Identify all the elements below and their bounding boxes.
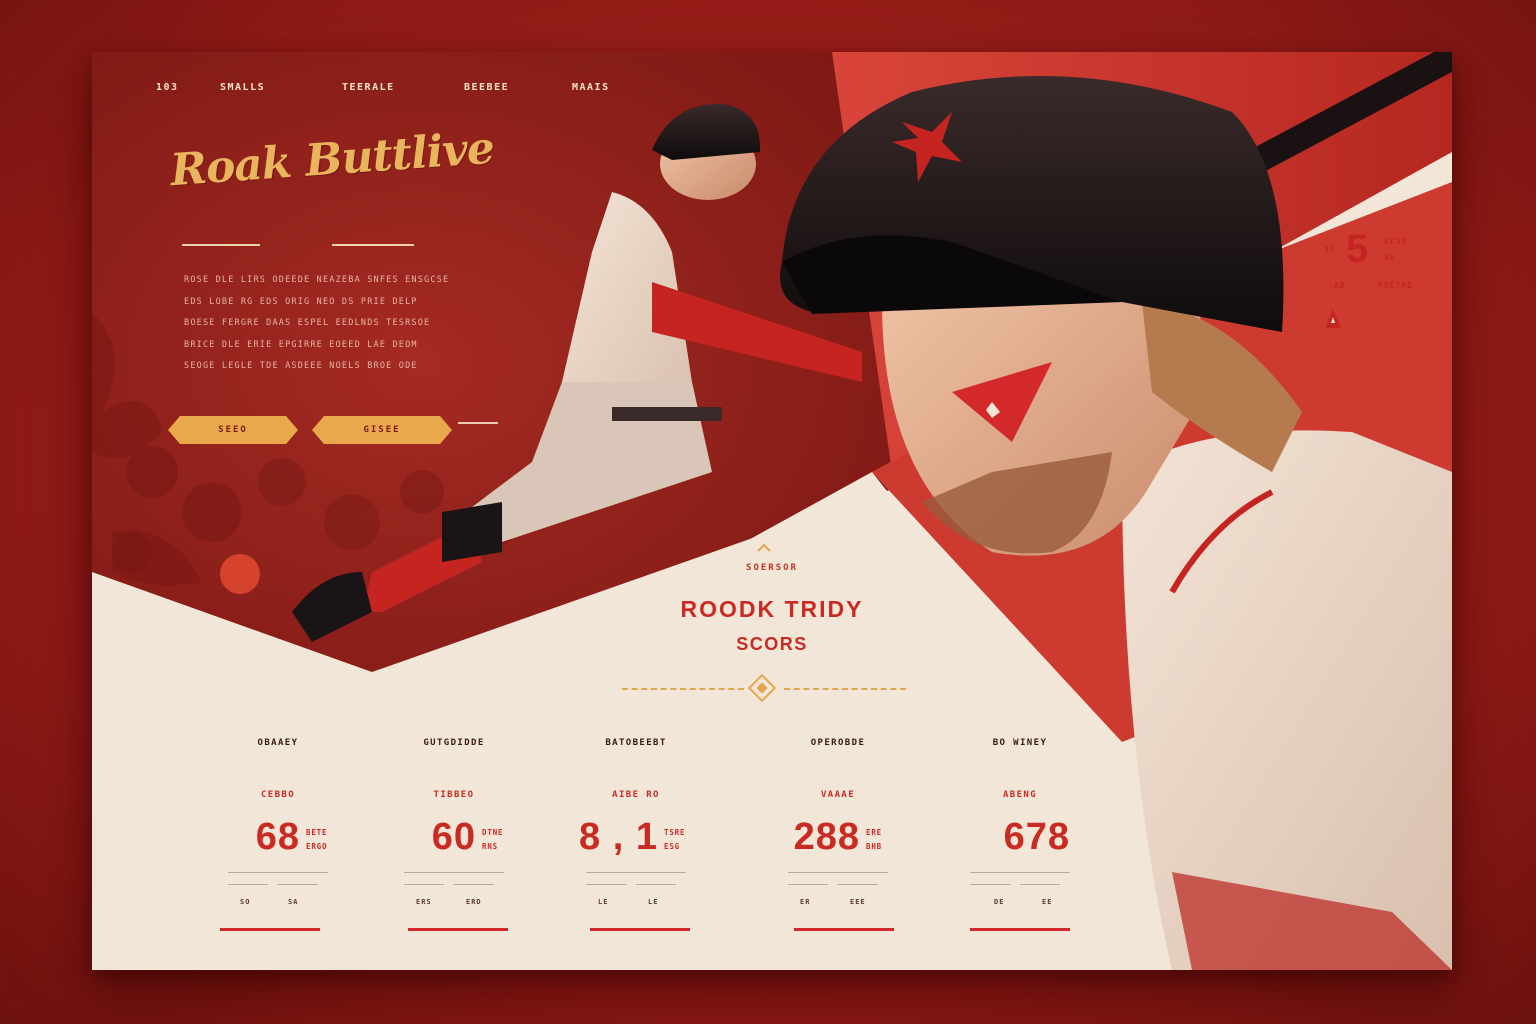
stat-unit: DTNE RNS [482,828,504,851]
chevron-up-icon [757,543,771,552]
stat-unit: TSRE ESG [664,828,686,851]
intro-line: EDS LOBE RG EDS ORIG NEO DS PRIE DELP [184,296,418,307]
stat-foot: ERD [466,898,482,906]
section-eyebrow: SOERSOR [746,563,798,573]
hero-intro-text: ROSE DLE LIRS ODEEDE NEAZEBA SNFES ENSGC… [184,270,532,378]
stat-sublabel: CEBBO [260,790,296,800]
title-underline-right [332,244,414,246]
stat-label: GUTGDIDDE [423,738,485,748]
nav-item-4[interactable]: BEEBEE [464,82,509,93]
stat-rule [788,872,888,873]
stat-value: 678 [1003,816,1070,858]
stat-value: 288 [793,816,860,858]
badge-left-tag: 35 [1324,245,1336,254]
intro-line: ROSE DLE LIRS ODEEDE NEAZEBA SNFES ENSGC… [184,275,450,285]
jersey-number: 5 [1346,227,1369,271]
stat-accent-bar [220,928,320,931]
stat-foot: SA [288,898,299,906]
primary-cta-button[interactable]: SEEO [168,416,298,444]
stat-label: BATOBEEBT [605,738,667,748]
divider-right [784,688,906,690]
stat-unit: BETE ERGO [306,828,328,851]
landing-page-card: 103 SMALLS TEERALE BEEBEE MAAIS Roak But… [92,52,1452,970]
intro-line: SEOGE LEGLE TDE ASDEEE NOELS BROE ODE [184,361,418,371]
stat-foot: EEE [850,898,866,906]
nav-item-5[interactable]: MAAIS [572,82,610,93]
stat-label: OPEROBDE [810,738,866,748]
badge-foot-1: AB [1334,281,1346,290]
stat-label: OBAAEY [257,738,299,748]
stat-foot: EE [1042,898,1053,906]
stat-rule [228,872,328,873]
stat-foot: ERS [416,898,432,906]
jersey-number-badge: 35 5 EE30 SE AB PRE7RE [1318,227,1438,297]
badge-right-tag-1: EE30 [1384,237,1408,246]
section-subtitle: SCORS [736,634,808,654]
stat-value: 8 , 1 [579,816,658,858]
nav-item-1[interactable]: 103 [156,82,179,93]
stat-sublabel: VAAAE [820,790,856,800]
divider-left [622,688,744,690]
stat-foot: LE [598,898,609,906]
stat-accent-bar [590,928,690,931]
stat-unit: ERE BHB [866,828,882,851]
nav-item-3[interactable]: TEERALE [342,82,395,93]
stat-value: 60 [431,816,476,858]
stat-sublabel: TIBBEO [433,790,475,800]
stat-rule [970,872,1070,873]
stat-label: BO WINEY [992,738,1048,748]
badge-foot-2: PRE7RE [1378,281,1413,290]
badge-right-tag-2: SE [1384,253,1396,262]
cta-accent-line [458,422,498,424]
stat-rule [404,872,504,873]
nav-item-2[interactable]: SMALLS [220,82,265,93]
stat-sublabel: ABENG [1002,790,1038,800]
secondary-cta-button[interactable]: GISEE [312,416,452,444]
intro-line: BOESE FERGRE DAAS ESPEL EEDLNDS TESRSOE [184,318,431,328]
section-title: ROODK TRIDY [680,596,864,622]
intro-line: BRICE DLE ERIE EPGIRRE EOEED LAE DEOM [184,339,418,350]
triangle-emblem-icon [1325,309,1341,328]
stat-value: 68 [255,816,300,858]
stat-foot: LE [648,898,659,906]
stat-accent-bar [794,928,894,931]
stat-accent-bar [970,928,1070,931]
stat-foot: SO [240,898,251,906]
stat-foot: ER [800,898,811,906]
stat-accent-bar [408,928,508,931]
stat-foot: DE [994,898,1005,906]
stat-sublabel: AIBE RO [612,790,660,800]
stat-rule [586,872,686,873]
title-underline-left [182,244,260,246]
